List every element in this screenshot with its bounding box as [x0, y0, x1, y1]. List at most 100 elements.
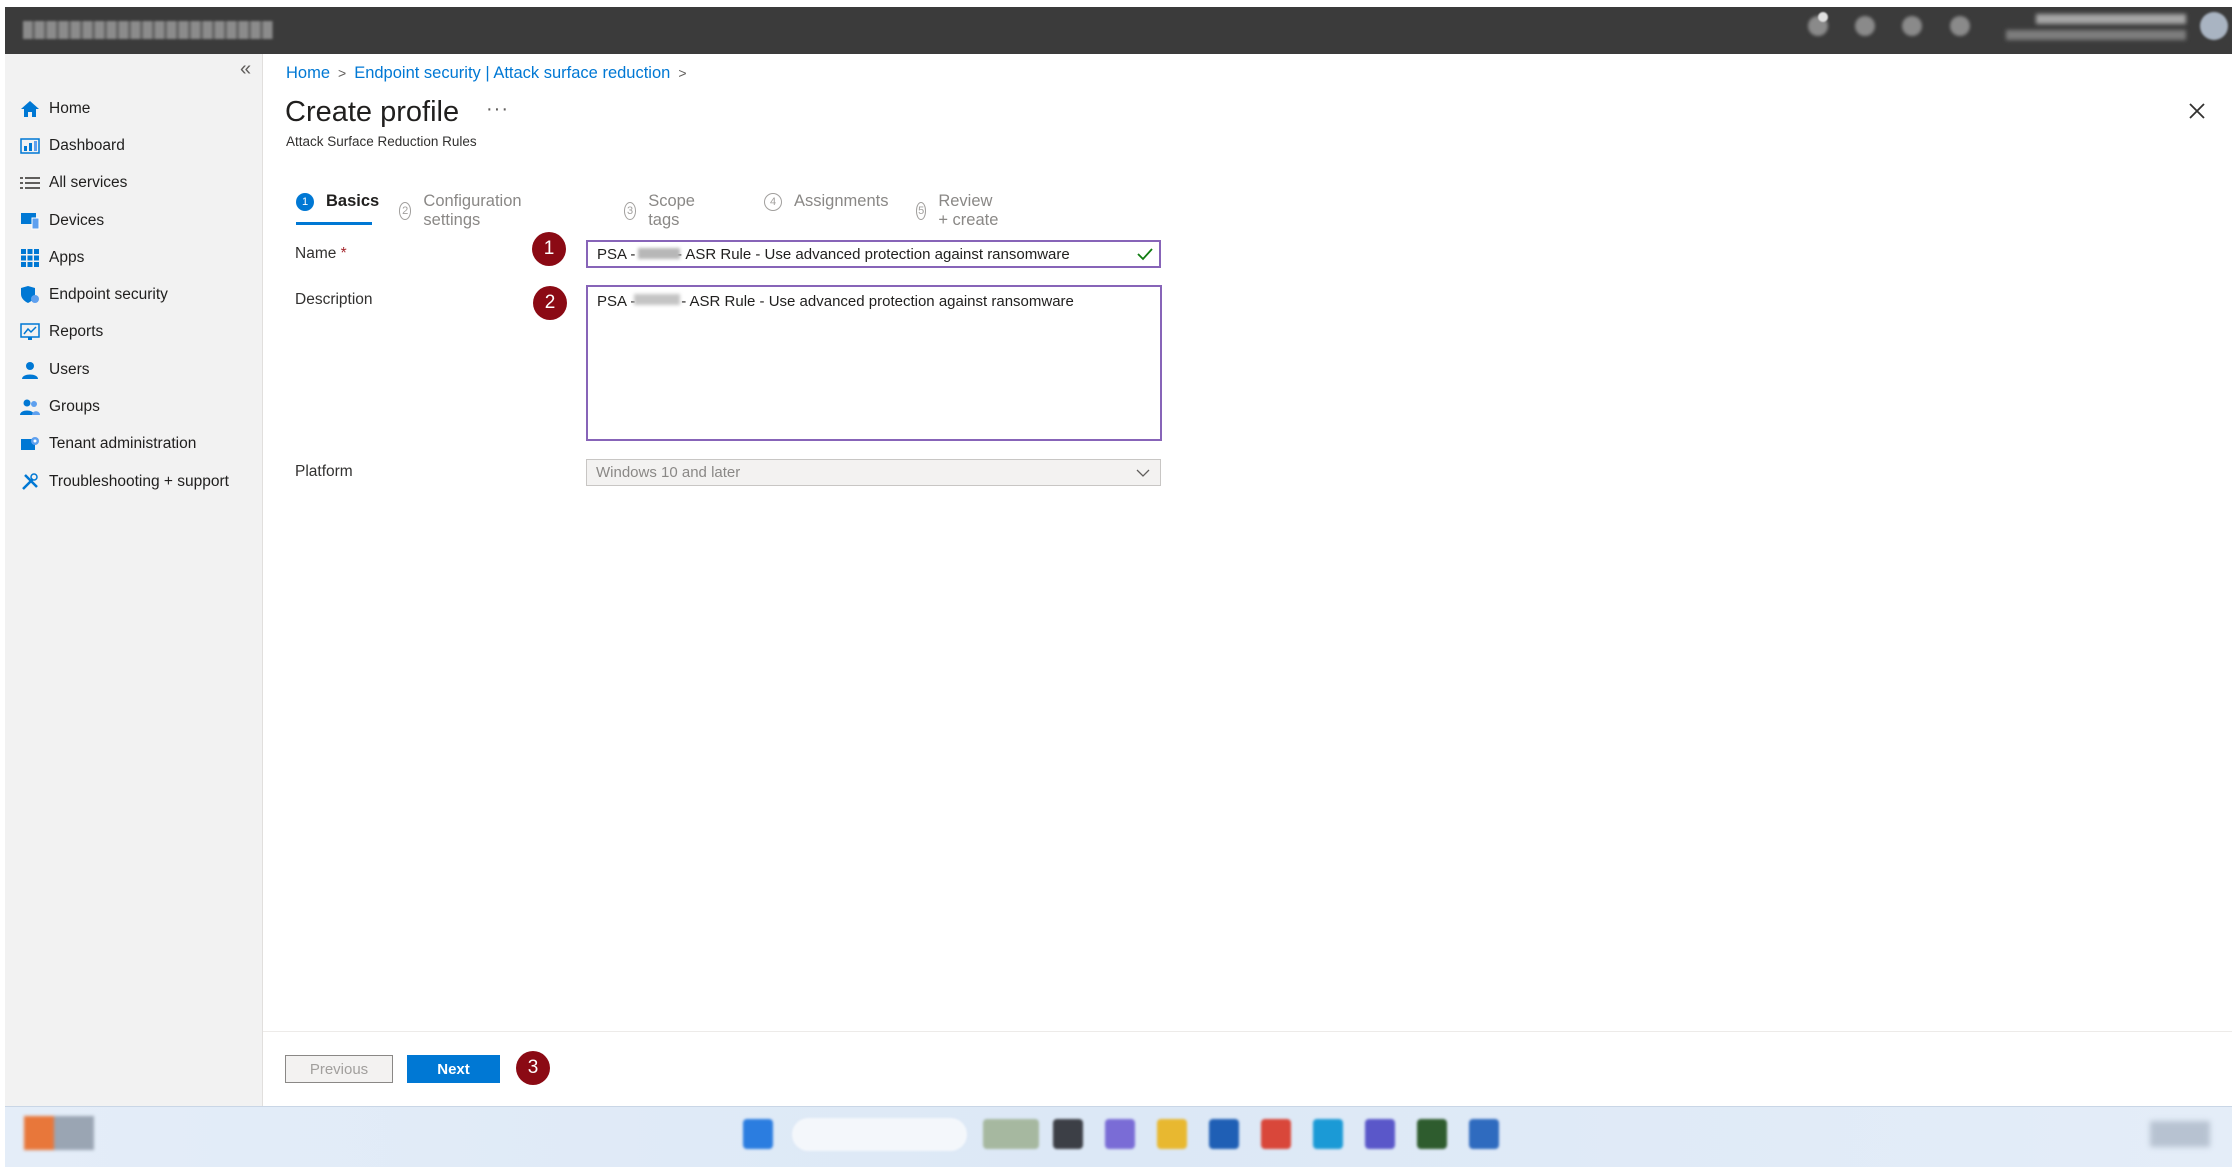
name-label-text: Name: [295, 245, 337, 262]
sidebar-item-groups[interactable]: Groups: [5, 388, 262, 425]
avatar[interactable]: [2200, 12, 2228, 40]
breadcrumb-home-link[interactable]: Home: [286, 64, 330, 82]
tab-review-create[interactable]: 5 Review + create: [916, 192, 1000, 230]
sidebar-item-reports[interactable]: Reports: [5, 314, 262, 351]
collapse-sidebar-button[interactable]: «: [240, 58, 251, 81]
store-app-icon[interactable]: [1209, 1119, 1239, 1149]
task-view-icon[interactable]: [1053, 1119, 1083, 1149]
sidebar-item-label: Reports: [49, 323, 104, 341]
step-label: Scope tags: [648, 192, 695, 229]
terminal-app-icon[interactable]: [1417, 1119, 1447, 1149]
step-marker-1: 1: [532, 232, 566, 266]
account-tenant-redacted[interactable]: [2006, 30, 2186, 40]
groups-icon: [17, 396, 43, 418]
sidebar-item-troubleshooting-support[interactable]: Troubleshooting + support: [5, 463, 262, 500]
step-number: 1: [296, 192, 314, 211]
sidebar-item-label: Apps: [49, 248, 85, 266]
platform-select[interactable]: Windows 10 and later: [586, 459, 1161, 486]
platform-value: Windows 10 and later: [596, 464, 741, 481]
start-menu-icon[interactable]: [743, 1119, 773, 1149]
tenant-icon: [17, 433, 43, 455]
sidebar-item-users[interactable]: Users: [5, 351, 262, 388]
sidebar-item-label: All services: [49, 174, 128, 192]
step-number: 2: [399, 202, 412, 220]
help-icon[interactable]: [1902, 16, 1922, 36]
home-icon: [17, 98, 43, 120]
apps-icon: [17, 247, 43, 269]
description-field[interactable]: PSA - - ASR Rule - Use advanced protecti…: [586, 285, 1162, 441]
page-title: Create profile: [285, 96, 460, 128]
step-number: 3: [624, 202, 637, 220]
list-icon: [17, 172, 43, 194]
sidebar-item-label: Endpoint security: [49, 286, 168, 304]
sidebar-item-all-services[interactable]: All services: [5, 165, 262, 202]
feedback-icon[interactable]: [1950, 16, 1970, 36]
sidebar-item-label: Devices: [49, 211, 105, 229]
sidebar-item-label: Groups: [49, 398, 100, 416]
step-number: 5: [916, 202, 927, 220]
devices-icon: [17, 210, 43, 232]
sidebar-item-label: Dashboard: [49, 136, 125, 154]
breadcrumb-endpoint-security-link[interactable]: Endpoint security | Attack surface reduc…: [354, 64, 670, 82]
sidebar: « Home Dashboard All services Devices Apps En…: [5, 54, 263, 1106]
close-icon[interactable]: [2184, 98, 2210, 124]
redaction-blur: [634, 294, 680, 305]
step-marker-2: 2: [533, 286, 567, 320]
required-marker: *: [340, 245, 347, 262]
sidebar-item-endpoint-security[interactable]: Endpoint security: [5, 276, 262, 313]
top-bar: [5, 7, 2232, 54]
weather-widget-icon[interactable]: [24, 1116, 94, 1150]
tab-configuration-settings[interactable]: 2 Configuration settings: [399, 192, 527, 230]
chat-app-icon[interactable]: [1105, 1119, 1135, 1149]
previous-button[interactable]: Previous: [285, 1055, 393, 1083]
taskbar-search-input[interactable]: [792, 1118, 967, 1151]
tab-assignments[interactable]: 4 Assignments: [764, 192, 888, 211]
tab-basics[interactable]: 1 Basics: [296, 192, 379, 211]
file-explorer-icon[interactable]: [1157, 1119, 1187, 1149]
breadcrumb-separator: >: [678, 65, 687, 81]
step-label: Review + create: [938, 192, 999, 229]
page-subtitle: Attack Surface Reduction Rules: [286, 134, 477, 149]
sidebar-item-devices[interactable]: Devices: [5, 202, 262, 239]
teams-icon[interactable]: [1365, 1119, 1395, 1149]
sidebar-item-home[interactable]: Home: [5, 90, 262, 127]
step-label: Assignments: [794, 192, 889, 210]
settings-icon[interactable]: [1855, 16, 1875, 36]
sidebar-item-label: Home: [49, 99, 91, 117]
platform-label: Platform: [295, 463, 353, 480]
sidebar-item-tenant-administration[interactable]: Tenant administration: [5, 426, 262, 463]
dashboard-icon: [17, 135, 43, 157]
search-highlight-icon: [983, 1119, 1039, 1149]
breadcrumb-separator: >: [338, 65, 347, 81]
next-button[interactable]: Next: [407, 1055, 500, 1083]
sidebar-nav: Home Dashboard All services Devices Apps Endp…: [5, 90, 262, 500]
chrome-icon[interactable]: [1261, 1119, 1291, 1149]
step-label: Configuration settings: [423, 192, 522, 229]
tab-scope-tags[interactable]: 3 Scope tags: [624, 192, 701, 230]
wizard-footer: [263, 1031, 2232, 1107]
account-email-redacted[interactable]: [2036, 14, 2186, 24]
chevron-down-icon: [1136, 469, 1150, 477]
notification-badge: [1818, 12, 1828, 22]
portal-title-redacted: [23, 21, 273, 39]
user-icon: [17, 359, 43, 381]
sidebar-item-label: Users: [49, 360, 90, 378]
description-label: Description: [295, 291, 373, 308]
edge-icon[interactable]: [1313, 1119, 1343, 1149]
clock-tray-redacted[interactable]: [2150, 1121, 2210, 1147]
reports-icon: [17, 321, 43, 343]
wrench-icon: [17, 471, 43, 493]
sidebar-item-label: Tenant administration: [49, 435, 197, 453]
step-label: Basics: [326, 192, 380, 210]
sidebar-item-dashboard[interactable]: Dashboard: [5, 127, 262, 164]
redaction-blur: [638, 248, 680, 259]
sidebar-item-label: Troubleshooting + support: [49, 472, 229, 490]
breadcrumb: Home > Endpoint security | Attack surface …: [286, 64, 695, 83]
step-number: 4: [764, 192, 782, 211]
shield-icon: [17, 284, 43, 306]
sidebar-item-apps[interactable]: Apps: [5, 239, 262, 276]
active-step-indicator: [296, 222, 372, 225]
more-options-button[interactable]: ···: [486, 98, 509, 121]
remote-desktop-icon[interactable]: [1469, 1119, 1499, 1149]
valid-check-icon: [1137, 248, 1153, 261]
